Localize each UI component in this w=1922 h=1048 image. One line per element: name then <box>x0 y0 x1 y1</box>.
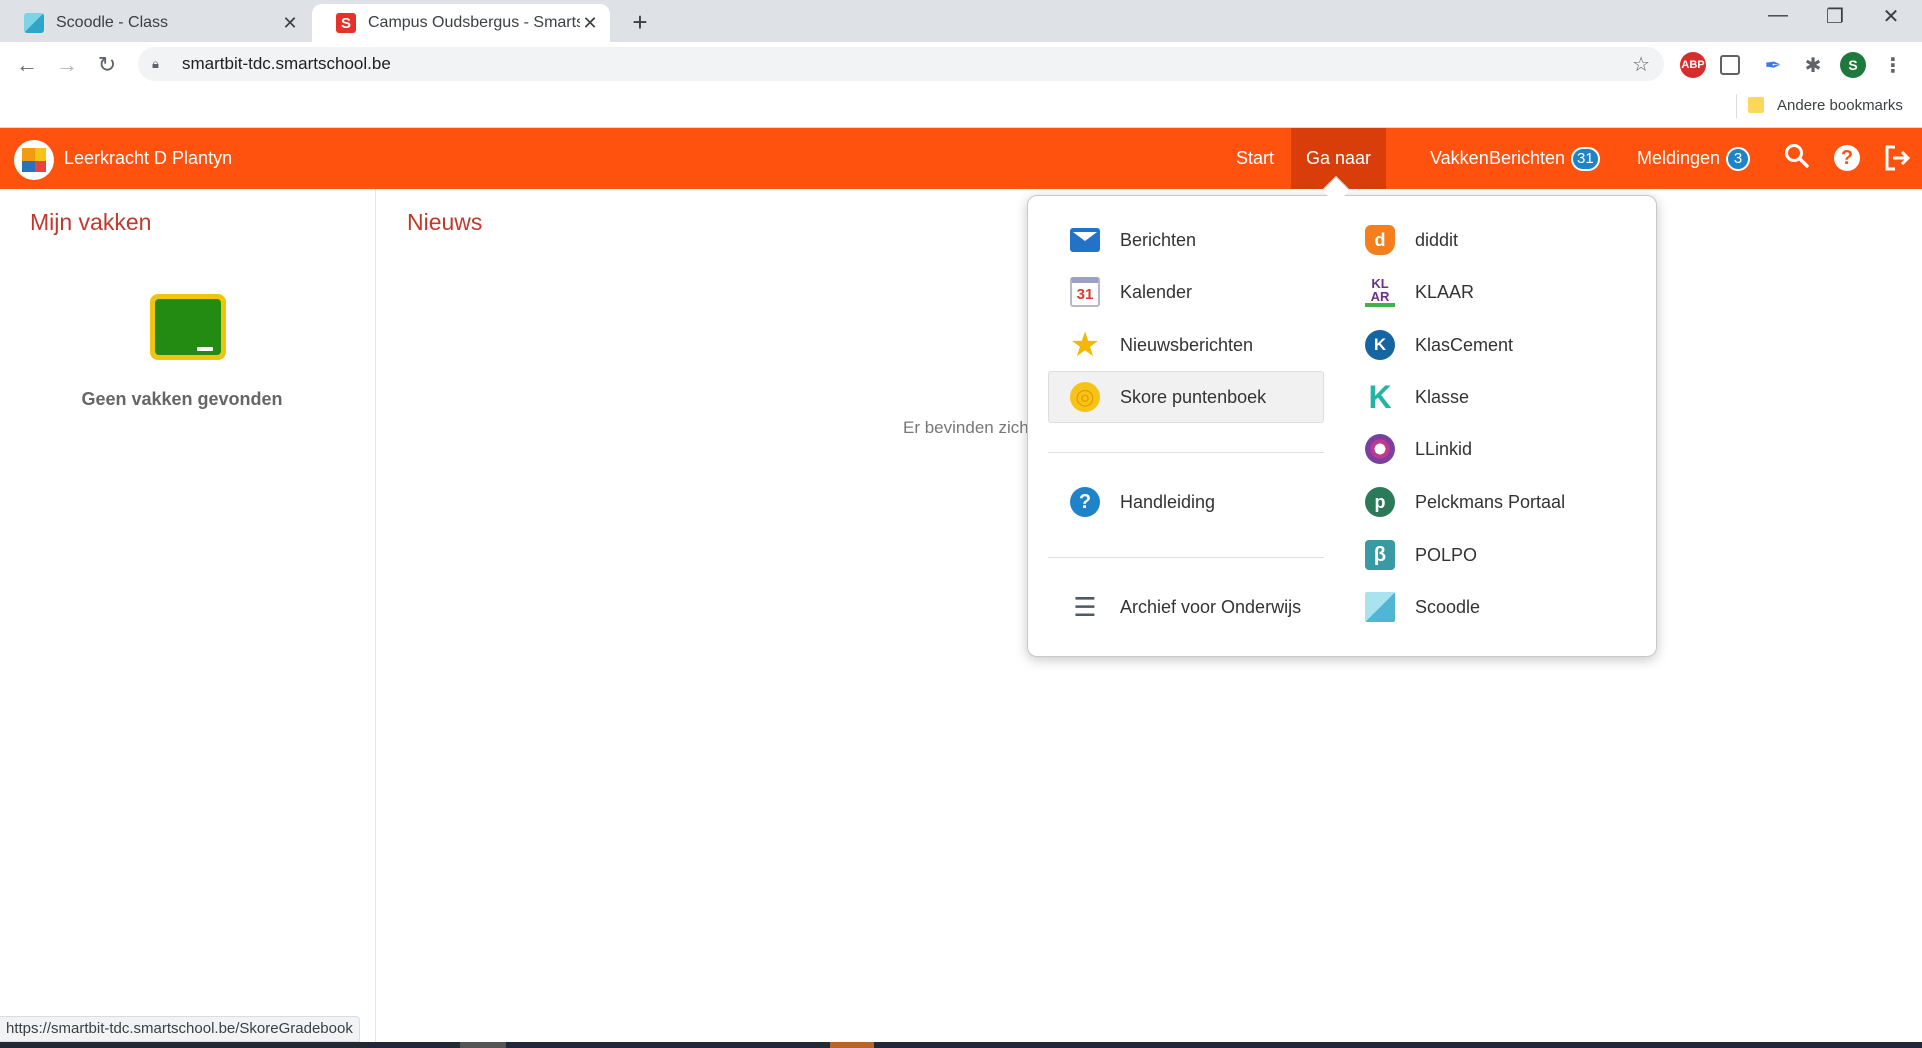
tab-title: Scoodle - Class <box>56 14 169 31</box>
menu-item-scoodle[interactable]: Scoodle <box>1343 581 1639 633</box>
nav-meldingen[interactable]: Meldingen 3 <box>1622 128 1765 189</box>
profile-avatar[interactable]: S <box>1840 52 1866 78</box>
my-courses-title: Mijn vakken <box>30 209 152 235</box>
diddit-icon: d <box>1365 225 1395 255</box>
polpo-icon: β <box>1365 540 1395 570</box>
help-icon[interactable]: ? <box>1834 145 1860 171</box>
browser-tabstrip: Scoodle - Class ✕ S Campus Oudsbergus - … <box>0 0 1922 42</box>
menu-item-klascement[interactable]: K KlasCement <box>1343 319 1639 371</box>
calendar-icon: 31 <box>1070 277 1100 307</box>
status-bar-url: https://smartbit-tdc.smartschool.be/Skor… <box>0 1016 360 1042</box>
archive-icon: ☰ <box>1073 591 1097 622</box>
extensions-puzzle-icon[interactable]: ✱ <box>1800 52 1826 78</box>
my-courses-pane: Mijn vakken Geen vakken gevonden <box>0 189 376 1048</box>
star-icon: ★ <box>1069 326 1101 364</box>
menu-item-klasse[interactable]: K Klasse <box>1343 371 1639 423</box>
skore-icon: ◎ <box>1070 382 1100 412</box>
browser-tab-scoodle[interactable]: Scoodle - Class ✕ <box>0 4 310 42</box>
menu-item-diddit[interactable]: d diddit <box>1343 214 1639 266</box>
klascement-icon: K <box>1365 330 1395 360</box>
ga-naar-dropdown: Berichten 31 Kalender ★ Nieuwsberichten … <box>1027 195 1657 657</box>
browser-toolbar: ← → ↻ 🔒︎ smartbit-tdc.smartschool.be ☆ A… <box>0 42 1922 86</box>
menu-item-archief-voor-onderwijs[interactable]: ☰ Archief voor Onderwijs <box>1048 581 1324 633</box>
logout-icon[interactable] <box>1882 143 1912 173</box>
nav-start[interactable]: Start <box>1221 128 1289 189</box>
taskbar-strip <box>0 1042 1922 1048</box>
llinkid-icon <box>1365 434 1395 464</box>
menu-item-skore-puntenboek[interactable]: ◎ Skore puntenboek <box>1048 371 1324 423</box>
browser-tab-smartschool[interactable]: S Campus Oudsbergus - Smartsch ✕ <box>312 4 610 42</box>
back-icon[interactable]: ← <box>12 50 42 80</box>
menu-item-pelckmans-portaal[interactable]: p Pelckmans Portaal <box>1343 476 1639 528</box>
grid-extension-icon[interactable] <box>1720 55 1740 75</box>
restore-button[interactable]: ❐ <box>1815 4 1855 29</box>
smartschool-logo-icon[interactable] <box>14 140 54 180</box>
scoodle-favicon-icon <box>24 13 44 33</box>
menu-divider <box>1048 557 1324 558</box>
smartschool-favicon-icon: S <box>336 13 356 33</box>
user-name[interactable]: Leerkracht D Plantyn <box>64 148 232 169</box>
reload-icon[interactable]: ↻ <box>92 50 122 80</box>
bookmarks-separator <box>1736 94 1737 118</box>
menu-item-polpo[interactable]: β POLPO <box>1343 529 1639 581</box>
menu-item-llinkid[interactable]: LLinkid <box>1343 423 1639 475</box>
browser-menu-icon[interactable]: ⋮ <box>1880 52 1906 78</box>
bookmarks-bar: Andere bookmarks <box>0 86 1922 128</box>
address-bar[interactable]: 🔒︎ smartbit-tdc.smartschool.be ☆ <box>138 47 1664 81</box>
klasse-icon: K <box>1368 378 1392 415</box>
chalkboard-icon <box>150 294 226 360</box>
notifications-count-badge: 3 <box>1726 147 1751 171</box>
klaar-icon: KL AR <box>1365 277 1395 307</box>
mail-icon <box>1070 228 1100 252</box>
menu-item-nieuwsberichten[interactable]: ★ Nieuwsberichten <box>1048 319 1324 371</box>
no-courses-message: Geen vakken gevonden <box>81 389 283 409</box>
minimize-button[interactable]: — <box>1758 4 1798 27</box>
tab-title: Campus Oudsbergus - Smartsch <box>368 14 580 31</box>
menu-item-berichten[interactable]: Berichten <box>1048 214 1324 266</box>
bookmark-star-icon[interactable]: ☆ <box>1632 52 1650 77</box>
menu-item-klaar[interactable]: KL AR KLAAR <box>1343 266 1639 318</box>
search-icon[interactable] <box>1782 143 1812 173</box>
nav-berichten[interactable]: Berichten 31 <box>1474 128 1615 189</box>
lock-icon: 🔒︎ <box>152 56 159 71</box>
help-icon: ? <box>1070 487 1100 517</box>
close-tab-icon[interactable]: ✕ <box>280 13 300 34</box>
news-empty-message: Er bevinden zich <box>903 418 1029 437</box>
news-title: Nieuws <box>407 209 483 235</box>
folder-icon <box>1748 97 1764 113</box>
menu-divider <box>1048 452 1324 453</box>
forward-icon[interactable]: → <box>52 50 82 80</box>
smartschool-header: Leerkracht D Plantyn Start Ga naar Vakke… <box>0 128 1922 189</box>
feather-extension-icon[interactable]: ✒ <box>1760 52 1786 78</box>
menu-item-handleiding[interactable]: ? Handleiding <box>1048 476 1324 528</box>
close-tab-icon[interactable]: ✕ <box>580 13 600 34</box>
adblock-extension-icon[interactable]: ABP <box>1680 52 1706 78</box>
other-bookmarks-link[interactable]: Andere bookmarks <box>1777 97 1903 114</box>
scoodle-icon <box>1365 592 1395 622</box>
messages-count-badge: 31 <box>1571 147 1600 171</box>
url-text: smartbit-tdc.smartschool.be <box>182 54 391 73</box>
menu-item-kalender[interactable]: 31 Kalender <box>1048 266 1324 318</box>
new-tab-button[interactable]: + <box>624 6 656 38</box>
window-close-button[interactable]: ✕ <box>1871 4 1911 29</box>
pelckmans-icon: p <box>1365 487 1395 517</box>
